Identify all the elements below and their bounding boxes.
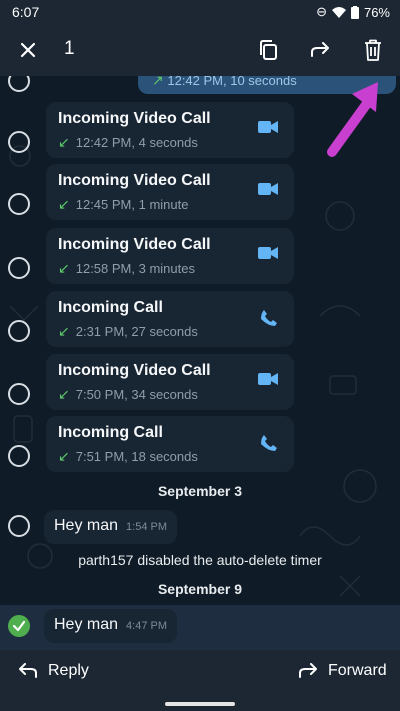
reply-icon bbox=[19, 663, 37, 678]
call-meta-row: ↙ 2:31 PM, 27 seconds bbox=[58, 323, 282, 340]
call-meta-row: ↙ 12:45 PM, 1 minute bbox=[58, 196, 282, 213]
battery-icon bbox=[350, 5, 359, 19]
call-bubble[interactable]: Incoming Video Call ↙ 7:50 PM, 34 seconds bbox=[46, 354, 294, 410]
select-radio[interactable] bbox=[8, 131, 30, 153]
wifi-icon bbox=[331, 7, 346, 18]
select-radio[interactable] bbox=[8, 445, 30, 467]
selection-toolbar: 1 bbox=[0, 24, 400, 76]
call-bubble[interactable]: Incoming Call ↙ 7:51 PM, 18 seconds bbox=[46, 416, 294, 472]
copy-button[interactable] bbox=[254, 36, 282, 64]
service-message: parth157 disabled the auto-delete timer bbox=[78, 552, 322, 568]
incoming-arrow-icon: ↙ bbox=[58, 260, 70, 276]
date-separator: September 3 bbox=[157, 483, 243, 499]
call-bubble[interactable]: Incoming Video Call ↙ 12:42 PM, 4 seconds bbox=[46, 102, 294, 158]
call-title: Incoming Video Call bbox=[58, 236, 211, 253]
call-meta-row: ↙ 7:50 PM, 34 seconds bbox=[58, 386, 282, 403]
video-call-icon[interactable] bbox=[258, 372, 278, 386]
video-call-icon[interactable] bbox=[258, 120, 278, 134]
message-time: 1:54 PM bbox=[126, 521, 167, 533]
forward-toolbar-button[interactable] bbox=[306, 36, 334, 64]
select-radio[interactable] bbox=[8, 383, 30, 405]
date-separator: September 9 bbox=[157, 581, 243, 597]
message-bubble[interactable]: Hey man 1:54 PM bbox=[44, 510, 177, 544]
select-radio[interactable] bbox=[8, 193, 30, 215]
reply-label: Reply bbox=[48, 662, 89, 679]
home-gesture-pill[interactable] bbox=[165, 702, 235, 706]
select-radio[interactable] bbox=[8, 257, 30, 279]
video-call-icon[interactable] bbox=[258, 246, 278, 260]
call-title: Incoming Video Call bbox=[58, 362, 211, 379]
call-title: Incoming Call bbox=[58, 424, 163, 441]
call-meta: 12:42 PM, 10 seconds bbox=[167, 76, 297, 88]
check-icon bbox=[12, 620, 26, 632]
call-bubble[interactable]: Incoming Video Call ↙ 12:45 PM, 1 minute bbox=[46, 164, 294, 220]
call-title: Incoming Call bbox=[58, 299, 163, 316]
message-bubble[interactable]: Hey man 4:47 PM bbox=[44, 609, 177, 643]
call-meta-row: ↙ 12:42 PM, 4 seconds bbox=[58, 134, 282, 151]
select-radio-checked[interactable] bbox=[8, 615, 30, 637]
forward-icon bbox=[299, 663, 317, 678]
selected-count: 1 bbox=[64, 38, 75, 59]
reply-button[interactable]: Reply bbox=[18, 662, 89, 680]
call-title: Incoming Video Call bbox=[58, 172, 211, 189]
select-radio[interactable] bbox=[8, 320, 30, 342]
outgoing-arrow-icon: ↗ bbox=[152, 76, 164, 88]
message-text: Hey man bbox=[54, 517, 119, 534]
call-title: Incoming Video Call bbox=[58, 110, 211, 127]
call-meta: 12:42 PM, 4 seconds bbox=[75, 135, 198, 150]
call-meta-row: ↙ 7:51 PM, 18 seconds bbox=[58, 448, 282, 465]
incoming-arrow-icon: ↙ bbox=[58, 323, 70, 339]
incoming-arrow-icon: ↙ bbox=[58, 386, 70, 402]
copy-icon bbox=[260, 40, 277, 60]
close-icon bbox=[20, 42, 36, 58]
dnd-icon: ⊖ bbox=[316, 4, 327, 19]
message-text: Hey man bbox=[54, 616, 119, 633]
message-time: 4:47 PM bbox=[126, 620, 167, 632]
call-meta: 12:58 PM, 3 minutes bbox=[75, 261, 195, 276]
call-meta: 12:45 PM, 1 minute bbox=[75, 197, 189, 212]
forward-icon bbox=[311, 42, 329, 57]
close-selection-button[interactable] bbox=[14, 36, 42, 64]
call-meta: 7:50 PM, 34 seconds bbox=[75, 387, 198, 402]
incoming-arrow-icon: ↙ bbox=[58, 134, 70, 150]
call-bubble[interactable]: Incoming Video Call ↙ 12:58 PM, 3 minutes bbox=[46, 228, 294, 284]
status-icons: ⊖ 76% bbox=[316, 4, 390, 20]
call-meta: 2:31 PM, 27 seconds bbox=[75, 324, 198, 339]
call-meta-row: ↙ 12:58 PM, 3 minutes bbox=[58, 260, 282, 277]
select-radio[interactable] bbox=[8, 515, 30, 537]
battery-percent: 76% bbox=[363, 4, 390, 20]
status-time: 6:07 bbox=[12, 4, 40, 20]
chat-area[interactable]: ↗ 12:42 PM, 10 seconds Incoming Video Ca… bbox=[0, 76, 400, 650]
call-meta: 7:51 PM, 18 seconds bbox=[75, 449, 198, 464]
forward-label: Forward bbox=[328, 662, 387, 679]
forward-button[interactable]: Forward bbox=[298, 662, 387, 680]
bottom-action-bar: Reply Forward bbox=[0, 650, 400, 696]
phone-icon[interactable] bbox=[260, 434, 278, 452]
annotation-arrow bbox=[327, 82, 378, 157]
delete-button[interactable] bbox=[359, 36, 387, 64]
incoming-arrow-icon: ↙ bbox=[58, 448, 70, 464]
phone-icon[interactable] bbox=[260, 309, 278, 327]
status-bar: 6:07 ⊖ 76% bbox=[0, 0, 400, 24]
video-call-icon[interactable] bbox=[258, 182, 278, 196]
call-bubble[interactable]: Incoming Call ↙ 2:31 PM, 27 seconds bbox=[46, 291, 294, 347]
system-nav-bar bbox=[0, 696, 400, 711]
incoming-arrow-icon: ↙ bbox=[58, 196, 70, 212]
trash-icon bbox=[365, 39, 381, 61]
